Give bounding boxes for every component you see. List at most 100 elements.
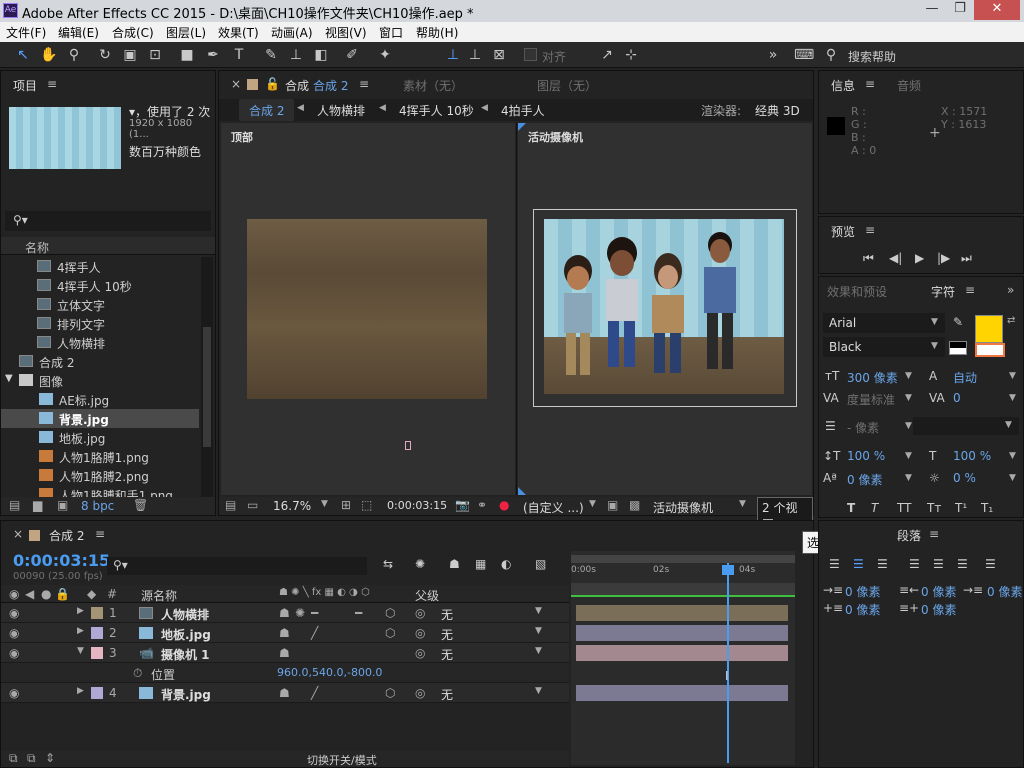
space-after-value[interactable]: 0 像素	[921, 601, 956, 618]
local-axis-icon[interactable]: ⊥	[444, 46, 462, 64]
project-scrollbar[interactable]	[201, 257, 213, 497]
world-axis-icon[interactable]: ⊥	[466, 46, 484, 64]
pickwhip-icon[interactable]: ◎	[415, 606, 425, 620]
eye-icon[interactable]: ◉	[9, 606, 19, 620]
tracking-value[interactable]: 0	[953, 391, 961, 405]
list-item[interactable]: 4挥手人	[1, 257, 199, 276]
chevron-down-icon[interactable]: ▼	[535, 626, 542, 636]
layer-bar-1[interactable]	[576, 605, 788, 621]
renderer-value[interactable]: 经典 3D	[755, 102, 800, 119]
new-folder-icon[interactable]: ▆	[33, 498, 42, 512]
roi-icon[interactable]: ⬚	[361, 498, 372, 512]
type-tool-icon[interactable]: T	[230, 46, 248, 64]
expand-arrow-icon[interactable]: ▼	[5, 373, 13, 384]
blend-switch-icon[interactable]: ━	[355, 606, 362, 620]
first-frame-icon[interactable]: ⏮	[863, 251, 874, 266]
expand-transfer-icon[interactable]: ⧉	[27, 751, 36, 766]
layer-tab[interactable]: 图层（无）	[537, 77, 597, 94]
lock-icon[interactable]: 🔓	[265, 77, 280, 91]
comp-tab-label[interactable]: 合成	[285, 77, 309, 94]
parent-dropdown[interactable]: 无	[441, 646, 453, 663]
shy-switch-icon[interactable]: ☗	[279, 606, 290, 620]
expand-panels-icon[interactable]: »	[1007, 283, 1014, 297]
indent-left-value[interactable]: 0 像素	[845, 583, 880, 600]
pickwhip-icon[interactable]: ◎	[415, 646, 425, 660]
layer-bar-3[interactable]	[576, 645, 788, 661]
info-tab[interactable]: 信息	[831, 77, 855, 94]
lock-icon[interactable]: 🔒	[55, 587, 70, 601]
paragraph-tab[interactable]: 段落	[897, 527, 921, 544]
list-item[interactable]: 地板.jpg	[1, 428, 199, 447]
align-left-icon[interactable]: ☰	[829, 557, 840, 571]
all-caps-icon[interactable]: TT	[897, 501, 911, 515]
list-item[interactable]: 合成 2	[1, 352, 199, 371]
quality-switch-icon[interactable]: ╱	[311, 626, 318, 640]
small-caps-icon[interactable]: Tт	[927, 501, 941, 515]
pickwhip-icon[interactable]: ◎	[415, 686, 425, 700]
brush-tool-icon[interactable]: ✎	[262, 46, 280, 64]
preview-tab[interactable]: 预览	[831, 223, 855, 240]
menu-view[interactable]: 视图(V)	[325, 24, 367, 41]
chevron-down-icon[interactable]: ▼	[905, 421, 912, 431]
menu-file[interactable]: 文件(F)	[6, 24, 46, 41]
time-navigator[interactable]	[571, 583, 795, 597]
play-icon[interactable]: ▶	[915, 251, 924, 265]
layer-row[interactable]: ◉ ▶ 2 地板.jpg ☗ ╱ ⬡ ◎ 无 ▼	[1, 623, 569, 643]
character-tab[interactable]: 字符	[931, 283, 955, 300]
selection-tool-icon[interactable]: ↖	[14, 46, 32, 64]
subscript-icon[interactable]: T₁	[981, 501, 993, 515]
menu-help[interactable]: 帮助(H)	[416, 24, 458, 41]
frame-blending-icon[interactable]: ▦	[475, 557, 486, 571]
motion-blur-icon[interactable]: ◐	[501, 557, 511, 571]
collapse-switch-icon[interactable]: ✺	[295, 606, 305, 620]
always-preview-icon[interactable]: ▤	[225, 498, 236, 512]
panel-menu-icon[interactable]: ≡	[47, 77, 57, 91]
pickwhip-icon[interactable]: ◎	[415, 626, 425, 640]
menu-composition[interactable]: 合成(C)	[112, 24, 154, 41]
comp-mini-flowchart-icon[interactable]: ⇆	[383, 557, 393, 571]
menu-window[interactable]: 窗口	[379, 24, 403, 41]
justify-center-icon[interactable]: ☰	[933, 557, 944, 571]
position-value[interactable]: 960.0,540.0,-800.0	[277, 666, 382, 679]
list-item[interactable]: 4挥手人 10秒	[1, 276, 199, 295]
layer-color-label[interactable]	[91, 627, 103, 639]
current-time-indicator[interactable]	[727, 563, 729, 763]
prev-frame-icon[interactable]: ◀|	[889, 251, 902, 265]
layer-name[interactable]: 背景.jpg	[161, 686, 211, 703]
parent-dropdown[interactable]: 无	[441, 626, 453, 643]
chevron-down-icon[interactable]: ▼	[905, 451, 912, 461]
menu-animation[interactable]: 动画(A)	[271, 24, 313, 41]
rotate-tool-icon[interactable]: ↻	[96, 46, 114, 64]
chevron-down-icon[interactable]: ▼	[535, 686, 542, 696]
font-size-value[interactable]: 300 像素	[847, 369, 898, 386]
tsume-value[interactable]: 0 %	[953, 471, 976, 485]
zoom-dropdown[interactable]: 16.7%	[273, 499, 311, 513]
chevron-down-icon[interactable]: ▼	[1009, 393, 1016, 403]
footage-tab[interactable]: 素材（无）	[403, 77, 463, 94]
3d-switch-icon[interactable]: ⬡	[385, 686, 395, 700]
floor-layer-preview[interactable]	[247, 219, 487, 399]
camera-gizmo-icon[interactable]	[405, 441, 411, 450]
name-column-header[interactable]: 名称	[25, 239, 49, 256]
hand-tool-icon[interactable]: ✋	[40, 46, 58, 64]
chevron-down-icon[interactable]: ▼	[905, 473, 912, 483]
view-axis-icon[interactable]: ⊠	[490, 46, 508, 64]
chevron-down-icon[interactable]: ▼	[1009, 371, 1016, 381]
list-item[interactable]: AE标.jpg	[1, 390, 199, 409]
transparency-grid-icon[interactable]: ▩	[629, 498, 640, 512]
list-item[interactable]: 立体文字	[1, 295, 199, 314]
pan-behind-tool-icon[interactable]: ⊡	[146, 46, 164, 64]
shy-switch-icon[interactable]: ☗	[279, 686, 290, 700]
chevron-down-icon[interactable]: ▼	[321, 499, 328, 509]
expand-arrow-icon[interactable]: ▶	[77, 626, 84, 636]
characters-layer-preview[interactable]	[544, 223, 784, 388]
expand-toolbar-icon[interactable]: »	[764, 46, 782, 64]
shy-switch-icon[interactable]: ☗	[279, 626, 290, 640]
3d-switch-icon[interactable]: ⬡	[385, 606, 395, 620]
3d-switch-icon[interactable]: ⬡	[385, 626, 395, 640]
quality-switch-icon[interactable]: ━	[311, 606, 318, 620]
new-comp-icon[interactable]: ▣	[57, 498, 68, 512]
delete-icon[interactable]: 🗑	[133, 498, 148, 512]
menu-effect[interactable]: 效果(T)	[218, 24, 259, 41]
faux-bold-icon[interactable]: T	[847, 501, 855, 515]
